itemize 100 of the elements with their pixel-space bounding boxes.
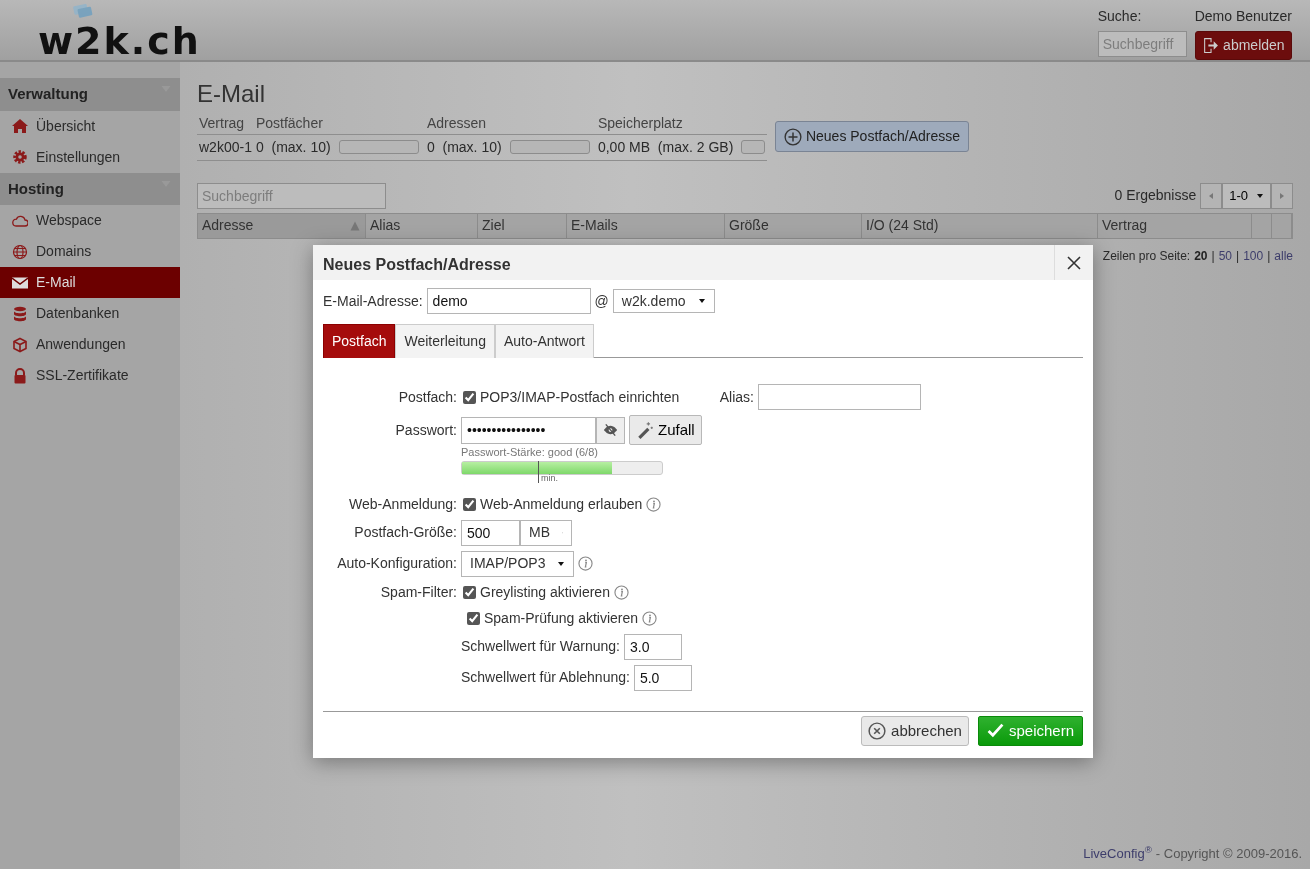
caret-left-icon <box>1207 191 1216 200</box>
show-password-button[interactable] <box>596 416 625 444</box>
eye-slash-icon <box>603 422 618 438</box>
column-header: Postfächer <box>253 112 425 135</box>
usage-value: 0 (max. 10) <box>255 137 331 157</box>
liveconfig-link[interactable]: LiveConfig$^{®}$ <box>1083 843 1152 863</box>
strength-text: Passwort-Stärke: good (6/8) <box>461 445 599 460</box>
sidebar-section: Verwaltung <box>8 83 89 106</box>
sidebar-item[interactable]: E-Mail <box>0 267 180 298</box>
new-mailbox-button[interactable]: Neues Postfach/Adresse <box>774 121 969 153</box>
sidebar-section: Hosting <box>8 177 64 200</box>
cancel-icon <box>868 721 887 740</box>
sidebar-item[interactable]: SSL-Zertifikate <box>0 360 180 391</box>
field-label: E-Mail-Adresse: <box>323 291 423 311</box>
size-input[interactable]: 500 <box>461 519 520 546</box>
sidebar-item[interactable]: Anwendungen <box>0 329 180 360</box>
threshold-input[interactable]: 5.0 <box>633 664 692 691</box>
field-label: Passwort: <box>394 420 457 440</box>
min-label: min. <box>541 473 558 483</box>
alias-input[interactable] <box>758 384 921 410</box>
usage-value: 0 (max. 10) <box>426 137 502 157</box>
page-size-link[interactable]: 50 <box>1218 246 1233 265</box>
check-icon <box>986 722 1004 740</box>
page-title: E-Mail <box>197 80 266 109</box>
checkbox[interactable] <box>463 585 476 599</box>
sidebar-item[interactable]: Webspace <box>0 205 180 236</box>
random-password-button[interactable]: Zufall <box>629 415 702 445</box>
tab[interactable]: Auto-Antwort <box>494 324 594 358</box>
page-size-link[interactable]: 20 <box>1194 246 1208 265</box>
sidebar-item[interactable]: Domains <box>0 236 180 267</box>
search-label: Suche: <box>1097 7 1143 26</box>
column-header[interactable]: Ziel <box>478 213 567 238</box>
column-header[interactable]: Adresse <box>198 213 366 238</box>
field-label: Postfach-Größe: <box>353 523 457 542</box>
logout-button[interactable]: abmelden <box>1195 31 1292 60</box>
logout-icon <box>1202 37 1220 54</box>
email-input[interactable]: demo <box>426 288 591 314</box>
settings-icon <box>12 149 28 165</box>
copyright-text: - Copyright © 2009-2016. <box>1155 844 1302 863</box>
checkbox-label: Web-Anmeldung erlauben <box>480 494 643 514</box>
save-button[interactable]: speichern <box>977 715 1083 746</box>
checkbox-label: POP3/IMAP-Postfach einrichten <box>480 387 680 407</box>
sidebar-item[interactable]: Einstellungen <box>0 141 180 173</box>
magic-wand-icon <box>636 421 654 439</box>
checkbox[interactable] <box>463 497 476 511</box>
column-header[interactable]: Alias <box>366 213 478 238</box>
autoconfig-select[interactable]: IMAP/POP3 <box>461 550 575 577</box>
column-header[interactable]: Vertrag <box>1098 213 1252 238</box>
results-count: 0 Ergebnisse <box>1114 186 1197 206</box>
min-marker <box>538 460 539 483</box>
field-label: Schwellwert für Ablehnung: <box>461 668 630 687</box>
tab[interactable]: Weiterleitung <box>395 324 495 358</box>
field-label: Postfach: <box>397 387 457 407</box>
user-name: Demo Benutzer <box>1194 7 1292 26</box>
checkbox[interactable] <box>463 390 476 404</box>
logo-text: w2k.ch <box>38 22 201 60</box>
column-header[interactable]: E-Mails <box>567 213 725 238</box>
tab[interactable]: Postfach <box>323 324 396 358</box>
column-header: Speicherplatz <box>595 112 767 135</box>
database-icon <box>12 305 28 322</box>
separator: | <box>1211 247 1215 265</box>
sidebar-item[interactable]: Übersicht <box>0 110 180 142</box>
password-input[interactable]: •••••••••••••••• <box>461 416 596 444</box>
close-icon <box>1066 254 1082 271</box>
page-size-link[interactable]: alle <box>1274 246 1293 265</box>
dialog-title: Neues Postfach/Adresse <box>322 255 512 275</box>
field-label: Alias: <box>719 387 754 407</box>
field-label: Spam-Filter: <box>379 582 457 602</box>
sidebar-item[interactable]: Datenbanken <box>0 298 180 329</box>
field-label: Web-Anmeldung: <box>348 494 457 514</box>
page-select[interactable]: 1-0 <box>1222 182 1271 209</box>
search-field[interactable]: Suchbegriff <box>197 182 386 209</box>
cube-icon <box>12 336 28 353</box>
domain-select[interactable]: w2k.demo <box>612 289 715 313</box>
unit-select[interactable]: MB <box>520 519 572 546</box>
at-sign: @ <box>594 291 609 311</box>
separator: | <box>1236 247 1240 265</box>
column-header: Adressen <box>424 112 596 135</box>
checkbox[interactable] <box>467 611 480 625</box>
checkbox-label: Spam-Prüfung aktivieren <box>484 608 639 628</box>
usage-value: 0,00 MB (max. 2 GB) <box>597 137 734 157</box>
field-label: Auto-Konfiguration: <box>336 554 457 573</box>
column-header[interactable]: I/O (24 Std) <box>862 213 1098 238</box>
contract-value: w2k00-1 <box>197 134 254 161</box>
threshold-input[interactable]: 3.0 <box>624 633 682 660</box>
mail-icon <box>12 274 28 291</box>
search-field[interactable]: Suchbegriff <box>1097 31 1187 57</box>
home-icon <box>12 118 28 134</box>
plus-icon <box>783 127 802 146</box>
rows-per-page-label: Zeilen pro Seite: <box>1102 247 1191 265</box>
column-header[interactable]: Größe <box>725 213 862 238</box>
checkbox-label: Greylisting aktivieren <box>480 582 610 602</box>
column-header: Vertrag <box>197 112 254 135</box>
separator: | <box>1267 247 1271 265</box>
page-size-link[interactable]: 100 <box>1243 246 1264 265</box>
field-label: Schwellwert für Warnung: <box>461 637 620 656</box>
globe-icon <box>12 243 28 260</box>
cancel-button[interactable]: abbrechen <box>861 715 969 746</box>
caret-right-icon <box>1278 191 1286 200</box>
lock-icon <box>12 367 28 384</box>
